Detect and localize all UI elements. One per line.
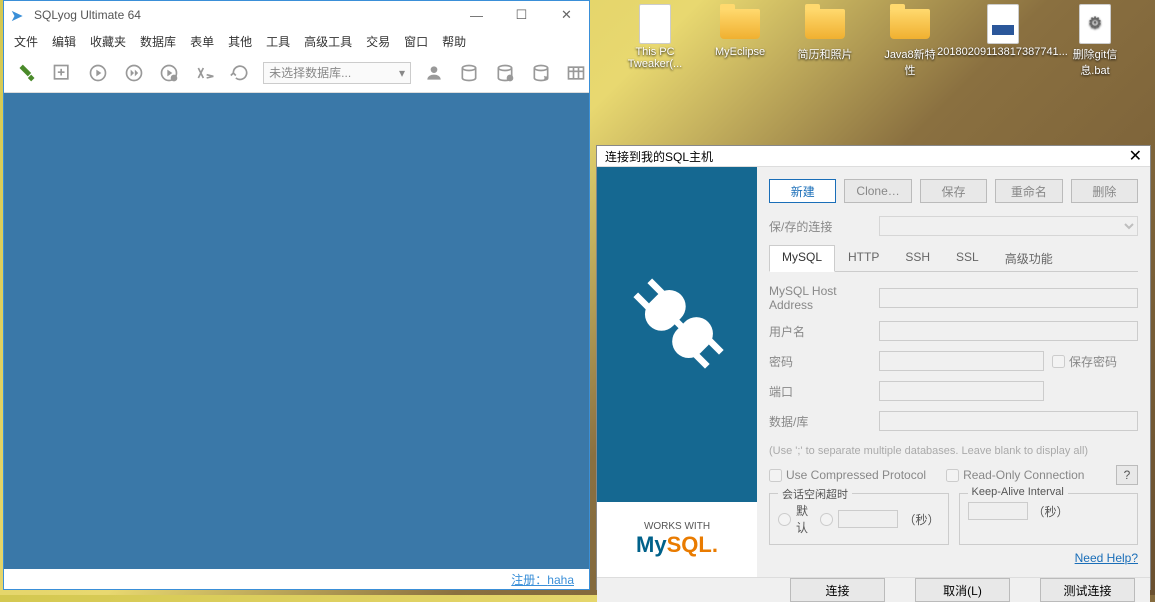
- tab-ssl[interactable]: SSL: [943, 245, 992, 271]
- dialog-title: 连接到我的SQL主机: [605, 148, 1129, 165]
- tab-mysql[interactable]: MySQL: [769, 245, 835, 272]
- plug-icon: [622, 267, 732, 382]
- table-icon[interactable]: [563, 60, 589, 86]
- host-input[interactable]: [879, 288, 1138, 308]
- idle-custom-radio[interactable]: [820, 513, 833, 526]
- window-title: SQLyog Ultimate 64: [34, 8, 454, 22]
- menu-table[interactable]: 表单: [190, 33, 214, 50]
- sqlyog-window: ➤ SQLyog Ultimate 64 — ☐ ✕ 文件 编辑 收藏夹 数据库…: [3, 0, 590, 590]
- clone-button[interactable]: Clone…: [844, 179, 911, 203]
- status-bar: 注册：haha: [4, 569, 589, 589]
- cancel-button[interactable]: 取消(L): [915, 578, 1010, 602]
- idle-timeout-group: 会话空闲超时 默认 （秒）: [769, 493, 949, 545]
- idle-default-radio[interactable]: [778, 513, 791, 526]
- compressed-checkbox[interactable]: [769, 469, 782, 482]
- database-label: 数据/库: [769, 413, 879, 430]
- db-tool3-icon[interactable]: [528, 60, 554, 86]
- app-logo-icon: ➤: [10, 6, 28, 24]
- saved-connections-label: 保/存的连接: [769, 218, 879, 235]
- save-button[interactable]: 保存: [920, 179, 987, 203]
- close-button[interactable]: ✕: [544, 1, 589, 29]
- main-content-area: [4, 93, 589, 569]
- titlebar: ➤ SQLyog Ultimate 64 — ☐ ✕: [4, 1, 589, 29]
- tab-http[interactable]: HTTP: [835, 245, 892, 271]
- menu-other[interactable]: 其他: [228, 33, 252, 50]
- port-label: 端口: [769, 383, 879, 400]
- toolbar: 未选择数据库...▾: [4, 53, 589, 93]
- desktop-icon[interactable]: 20180209113817387741...: [965, 5, 1040, 135]
- host-label: MySQL Host Address: [769, 284, 879, 312]
- refresh-icon[interactable]: [228, 60, 254, 86]
- execute-commit-icon[interactable]: [156, 60, 182, 86]
- new-button[interactable]: 新建: [769, 179, 836, 203]
- keepalive-group: Keep-Alive Interval （秒）: [959, 493, 1139, 545]
- password-input[interactable]: [879, 351, 1044, 371]
- desktop-icon[interactable]: 简历和照片: [795, 5, 855, 135]
- rename-button[interactable]: 重命名: [995, 179, 1062, 203]
- desktop-icon[interactable]: Java8新特性: [880, 5, 940, 135]
- execute-icon[interactable]: [85, 60, 111, 86]
- format-icon[interactable]: [192, 60, 218, 86]
- mysql-logo: WORKS WITH MySQL.: [597, 502, 757, 577]
- delete-button[interactable]: 删除: [1071, 179, 1138, 203]
- idle-seconds-input[interactable]: [838, 510, 898, 528]
- need-help-link[interactable]: Need Help?: [1075, 551, 1138, 565]
- saved-connections-select[interactable]: [879, 216, 1138, 236]
- minimize-button[interactable]: —: [454, 1, 499, 29]
- menu-advtools[interactable]: 高级工具: [304, 33, 352, 50]
- menu-database[interactable]: 数据库: [140, 33, 176, 50]
- user-icon[interactable]: [421, 60, 447, 86]
- connect-button[interactable]: 连接: [790, 578, 885, 602]
- connection-tabs: MySQL HTTP SSH SSL 高级功能: [769, 245, 1138, 272]
- menu-edit[interactable]: 编辑: [52, 33, 76, 50]
- test-connection-button[interactable]: 测试连接: [1040, 578, 1135, 602]
- connect-icon[interactable]: [14, 60, 40, 86]
- menu-transaction[interactable]: 交易: [366, 33, 390, 50]
- dialog-close-button[interactable]: ✕: [1129, 146, 1142, 166]
- db-tool1-icon[interactable]: [457, 60, 483, 86]
- desktop-icons: This PC Tweaker(... MyEclipse 简历和照片 Java…: [595, 0, 1155, 140]
- database-input[interactable]: [879, 411, 1138, 431]
- user-label: 用户名: [769, 323, 879, 340]
- maximize-button[interactable]: ☐: [499, 1, 544, 29]
- user-input[interactable]: [879, 321, 1138, 341]
- new-query-icon[interactable]: [50, 60, 76, 86]
- desktop-icon[interactable]: 删除git信息.bat: [1065, 5, 1125, 135]
- menu-help[interactable]: 帮助: [442, 33, 466, 50]
- menu-window[interactable]: 窗口: [404, 33, 428, 50]
- password-label: 密码: [769, 353, 879, 370]
- menu-tools[interactable]: 工具: [266, 33, 290, 50]
- dialog-sidebar: WORKS WITH MySQL.: [597, 167, 757, 577]
- database-selector[interactable]: 未选择数据库...▾: [263, 62, 411, 84]
- help-button[interactable]: ?: [1116, 465, 1138, 485]
- database-note: (Use ';' to separate multiple databases.…: [769, 445, 1138, 457]
- menu-file[interactable]: 文件: [14, 33, 38, 50]
- dialog-titlebar: 连接到我的SQL主机 ✕: [597, 146, 1150, 167]
- connection-dialog: 连接到我的SQL主机 ✕ WORKS WITH MySQL. 新建 Clone……: [596, 145, 1151, 590]
- tab-advanced[interactable]: 高级功能: [992, 245, 1066, 271]
- db-tool2-icon[interactable]: [492, 60, 518, 86]
- menu-bar: 文件 编辑 收藏夹 数据库 表单 其他 工具 高级工具 交易 窗口 帮助: [4, 29, 589, 53]
- registration-link[interactable]: 注册：haha: [511, 571, 574, 588]
- dialog-footer: 连接 取消(L) 测试连接: [597, 577, 1150, 602]
- desktop-icon[interactable]: MyEclipse: [710, 5, 770, 135]
- menu-favorites[interactable]: 收藏夹: [90, 33, 126, 50]
- readonly-checkbox[interactable]: [946, 469, 959, 482]
- save-password-checkbox[interactable]: [1052, 355, 1065, 368]
- desktop-icon[interactable]: This PC Tweaker(...: [625, 5, 685, 135]
- tab-ssh[interactable]: SSH: [892, 245, 943, 271]
- port-input[interactable]: [879, 381, 1044, 401]
- keepalive-seconds-input[interactable]: [968, 502, 1028, 520]
- execute-all-icon[interactable]: [121, 60, 147, 86]
- dialog-form: 新建 Clone… 保存 重命名 删除 保/存的连接 MySQL HTTP SS…: [757, 167, 1150, 577]
